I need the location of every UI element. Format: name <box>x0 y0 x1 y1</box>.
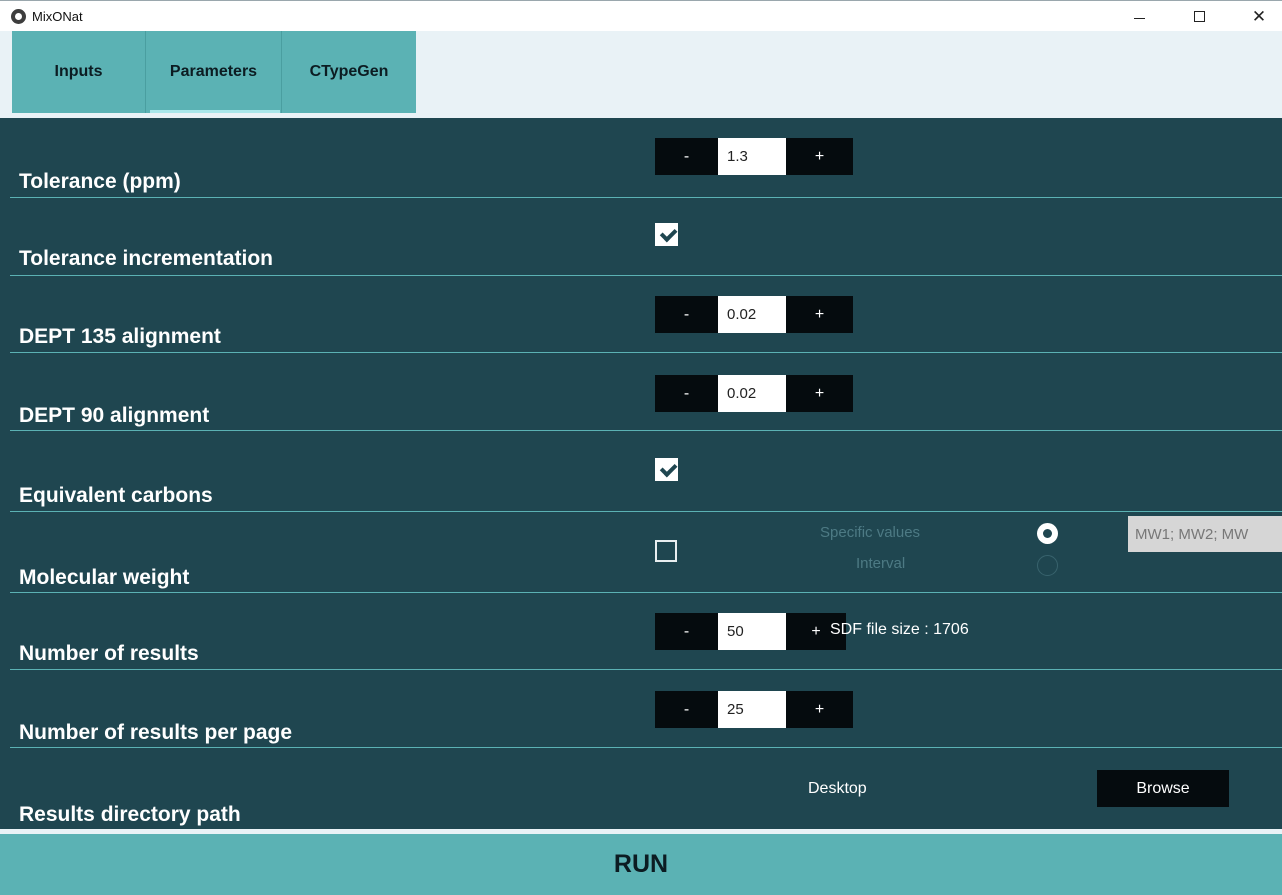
tab-ctypegen[interactable]: CTypeGen <box>282 31 416 113</box>
browse-button[interactable]: Browse <box>1097 770 1229 807</box>
tolerance-incrementation-label: Tolerance incrementation <box>19 247 274 270</box>
tolerance-label: Tolerance (ppm) <box>19 170 181 193</box>
tolerance-row: - 1.3 + Tolerance (ppm) <box>0 118 1282 198</box>
dept135-decrement-button[interactable]: - <box>655 296 718 333</box>
results-per-page-value-field[interactable]: 25 <box>718 691 786 728</box>
tolerance-value-field[interactable]: 1.3 <box>718 138 786 175</box>
results-directory-row: Desktop Browse Results directory path <box>0 748 1282 829</box>
dept135-increment-button[interactable]: + <box>786 296 853 333</box>
results-per-page-stepper: - 25 + <box>655 691 853 728</box>
results-per-page-label: Number of results per page <box>19 721 293 744</box>
interval-radio[interactable] <box>1037 555 1058 576</box>
window-title: MixONat <box>32 9 83 24</box>
sdf-file-size-text: SDF file size : 1706 <box>830 621 969 638</box>
tolerance-incrementation-row: Tolerance incrementation <box>0 198 1282 276</box>
run-button[interactable]: RUN <box>0 834 1282 895</box>
minimize-button[interactable] <box>1116 1 1162 32</box>
tab-parameters[interactable]: Parameters <box>146 31 282 113</box>
active-tab-indicator <box>150 110 280 113</box>
minimize-icon <box>1133 17 1145 19</box>
equivalent-carbons-checkbox[interactable] <box>655 458 678 481</box>
molecular-weight-checkbox[interactable] <box>655 540 677 562</box>
specific-values-radio[interactable] <box>1037 523 1058 544</box>
title-bar: MixONat ✕ <box>0 0 1282 31</box>
tab-bar: Inputs Parameters CTypeGen <box>0 31 1282 118</box>
parameters-panel: - 1.3 + Tolerance (ppm) Tolerance increm… <box>0 118 1282 829</box>
dept90-value-field[interactable]: 0.02 <box>718 375 786 412</box>
dept90-row: - 0.02 + DEPT 90 alignment <box>0 353 1282 431</box>
dept135-label: DEPT 135 alignment <box>19 325 221 348</box>
tab-inputs[interactable]: Inputs <box>12 31 146 113</box>
number-of-results-stepper: - 50 + <box>655 613 853 650</box>
interval-label: Interval <box>856 555 906 572</box>
number-of-results-row: - 50 + SDF file size : 1706 Number of re… <box>0 593 1282 670</box>
molecular-weight-values-input[interactable]: MW1; MW2; MW <box>1128 516 1282 552</box>
dept135-stepper: - 0.02 + <box>655 296 853 333</box>
app-logo-icon <box>11 9 26 24</box>
number-of-results-value-field[interactable]: 50 <box>718 613 786 650</box>
dept90-increment-button[interactable]: + <box>786 375 853 412</box>
results-directory-label: Results directory path <box>19 803 241 826</box>
equivalent-carbons-row: Equivalent carbons <box>0 431 1282 512</box>
maximize-icon <box>1193 11 1205 22</box>
molecular-weight-label: Molecular weight <box>19 566 190 589</box>
dept90-stepper: - 0.02 + <box>655 375 853 412</box>
close-button[interactable]: ✕ <box>1236 1 1282 32</box>
maximize-button[interactable] <box>1176 1 1222 32</box>
close-icon: ✕ <box>1251 6 1267 27</box>
results-per-page-decrement-button[interactable]: - <box>655 691 718 728</box>
results-directory-path-text: Desktop <box>808 780 867 797</box>
dept90-decrement-button[interactable]: - <box>655 375 718 412</box>
dept135-row: - 0.02 + DEPT 135 alignment <box>0 276 1282 353</box>
tolerance-decrement-button[interactable]: - <box>655 138 718 175</box>
results-per-page-increment-button[interactable]: + <box>786 691 853 728</box>
dept135-value-field[interactable]: 0.02 <box>718 296 786 333</box>
number-of-results-label: Number of results <box>19 642 199 665</box>
dept90-label: DEPT 90 alignment <box>19 404 210 427</box>
equivalent-carbons-label: Equivalent carbons <box>19 484 213 507</box>
number-of-results-decrement-button[interactable]: - <box>655 613 718 650</box>
app-window: MixONat ✕ Inputs Parameters CTypeGen - 1… <box>0 0 1282 895</box>
specific-values-label: Specific values <box>820 524 921 541</box>
tolerance-stepper: - 1.3 + <box>655 138 853 175</box>
molecular-weight-row: Specific values Interval MW1; MW2; MW Mo… <box>0 512 1282 593</box>
tolerance-incrementation-checkbox[interactable] <box>655 223 678 246</box>
tolerance-increment-button[interactable]: + <box>786 138 853 175</box>
results-per-page-row: - 25 + Number of results per page <box>0 670 1282 748</box>
